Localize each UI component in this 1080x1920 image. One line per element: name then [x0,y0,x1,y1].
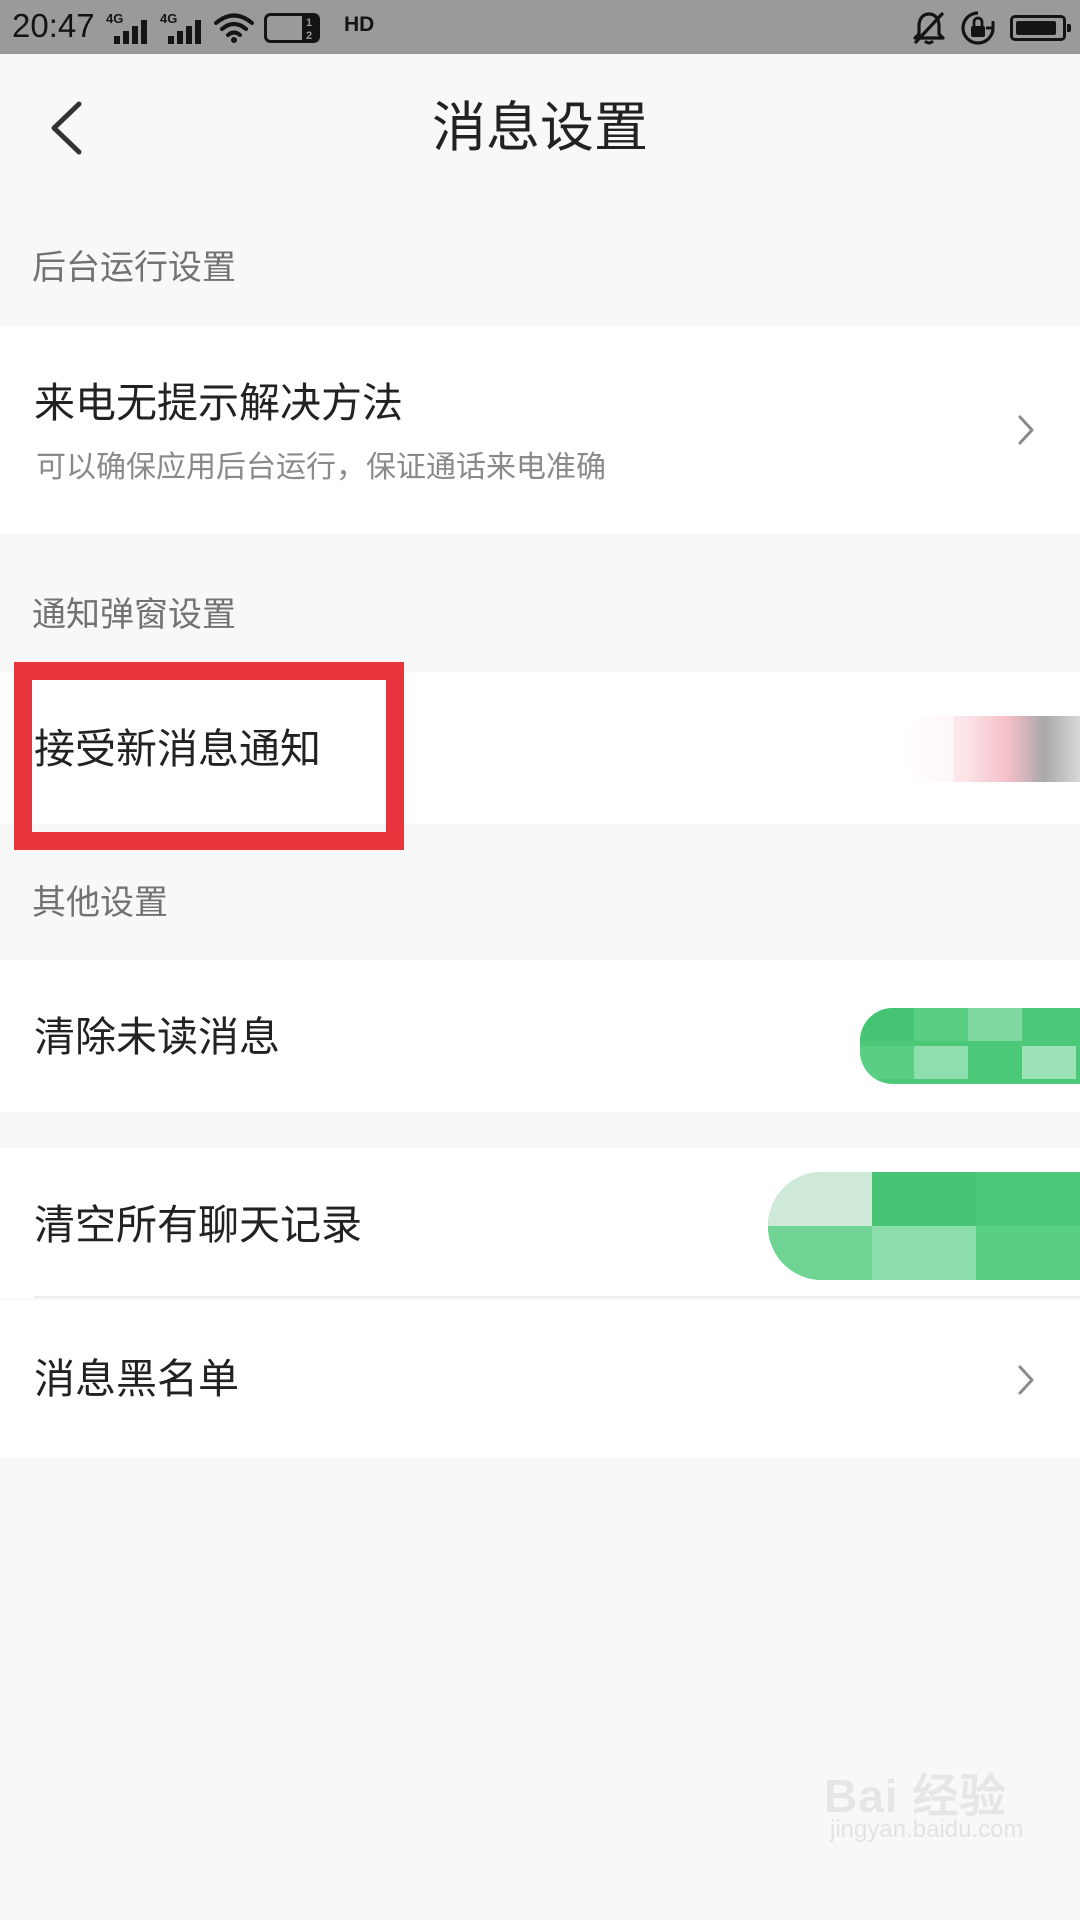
pixel [860,1046,914,1079]
row-title: 清空所有聊天记录 [34,1201,362,1249]
settings-card-background: 来电无提示解决方法 可以确保应用后台运行，保证通话来电准确 [0,326,1080,534]
pixel [914,1046,968,1079]
battery-fill [1016,21,1056,35]
rotation-lock-icon [961,11,995,45]
clear-unread-button[interactable] [860,1008,1080,1084]
page-title: 消息设置 [0,90,1080,166]
svg-text:2: 2 [306,30,312,42]
pixel [976,1226,1080,1280]
chevron-right-icon [1012,1360,1040,1400]
signal-4g-icon: 4G [106,12,150,44]
svg-text:1: 1 [306,17,312,29]
row-title: 接受新消息通知 [34,725,321,773]
notification-toggle[interactable] [900,716,1080,782]
status-left-icons: 4G 4G 1 2 HD [106,8,374,48]
pixel [768,1226,872,1280]
settings-card-clear-history: 清空所有聊天记录 [0,1148,1080,1298]
list-item-accept-notifications: 接受新消息通知 [0,672,1080,824]
wifi-icon [214,13,254,43]
pixel [872,1226,976,1280]
toggle-knob [900,716,954,782]
hd-voice-icon: 1 2 [264,13,320,43]
page-title-text: 消息设置 [432,96,648,159]
settings-card-notifications: 接受新消息通知 [0,672,1080,824]
chevron-right-icon [1012,410,1040,450]
signal-bars-icon [114,20,147,44]
pixel [872,1172,976,1226]
pixel [1022,1008,1076,1041]
signal-bars-icon-2 [168,20,201,44]
row-title: 清除未读消息 [34,1013,280,1061]
pixel [968,1008,1022,1041]
pixel [1022,1046,1076,1079]
watermark-url: jingyan.baidu.com [830,1816,1024,1843]
settings-card-clear-unread: 清除未读消息 [0,960,1080,1112]
list-item-call-reminder-fix[interactable]: 来电无提示解决方法 可以确保应用后台运行，保证通话来电准确 [0,326,1080,534]
section-header-background: 后台运行设置 [32,248,236,288]
pixel [968,1046,1022,1079]
signal-4g-icon-2: 4G [160,12,204,44]
watermark: Bai 经验 jingyan.baidu.com [824,1760,1024,1850]
bell-muted-icon [913,11,945,45]
pixel [768,1172,872,1226]
list-item-clear-unread: 清除未读消息 [0,960,1080,1112]
row-title: 来电无提示解决方法 [34,379,403,427]
status-bar: 20:47 4G 4G 1 2 HD [0,0,1080,54]
battery-icon [1010,15,1071,41]
hd-label: HD [344,13,375,36]
status-right-icons [912,8,1071,48]
clear-all-history-button[interactable] [768,1172,1080,1280]
row-subtitle: 可以确保应用后台运行，保证通话来电准确 [36,450,606,485]
list-item-clear-all-chat-history: 清空所有聊天记录 [0,1148,1080,1298]
status-time: 20:47 [12,7,95,44]
row-title: 消息黑名单 [34,1355,239,1403]
settings-card-blacklist: 消息黑名单 [0,1300,1080,1458]
section-header-notifications: 通知弹窗设置 [32,595,236,635]
divider [34,1296,1080,1298]
list-item-message-blacklist[interactable]: 消息黑名单 [0,1300,1080,1458]
section-header-other: 其他设置 [32,883,168,923]
pixel [860,1008,914,1041]
pixel [976,1172,1080,1226]
pixel [914,1008,968,1041]
navigation-header: 消息设置 [0,54,1080,194]
